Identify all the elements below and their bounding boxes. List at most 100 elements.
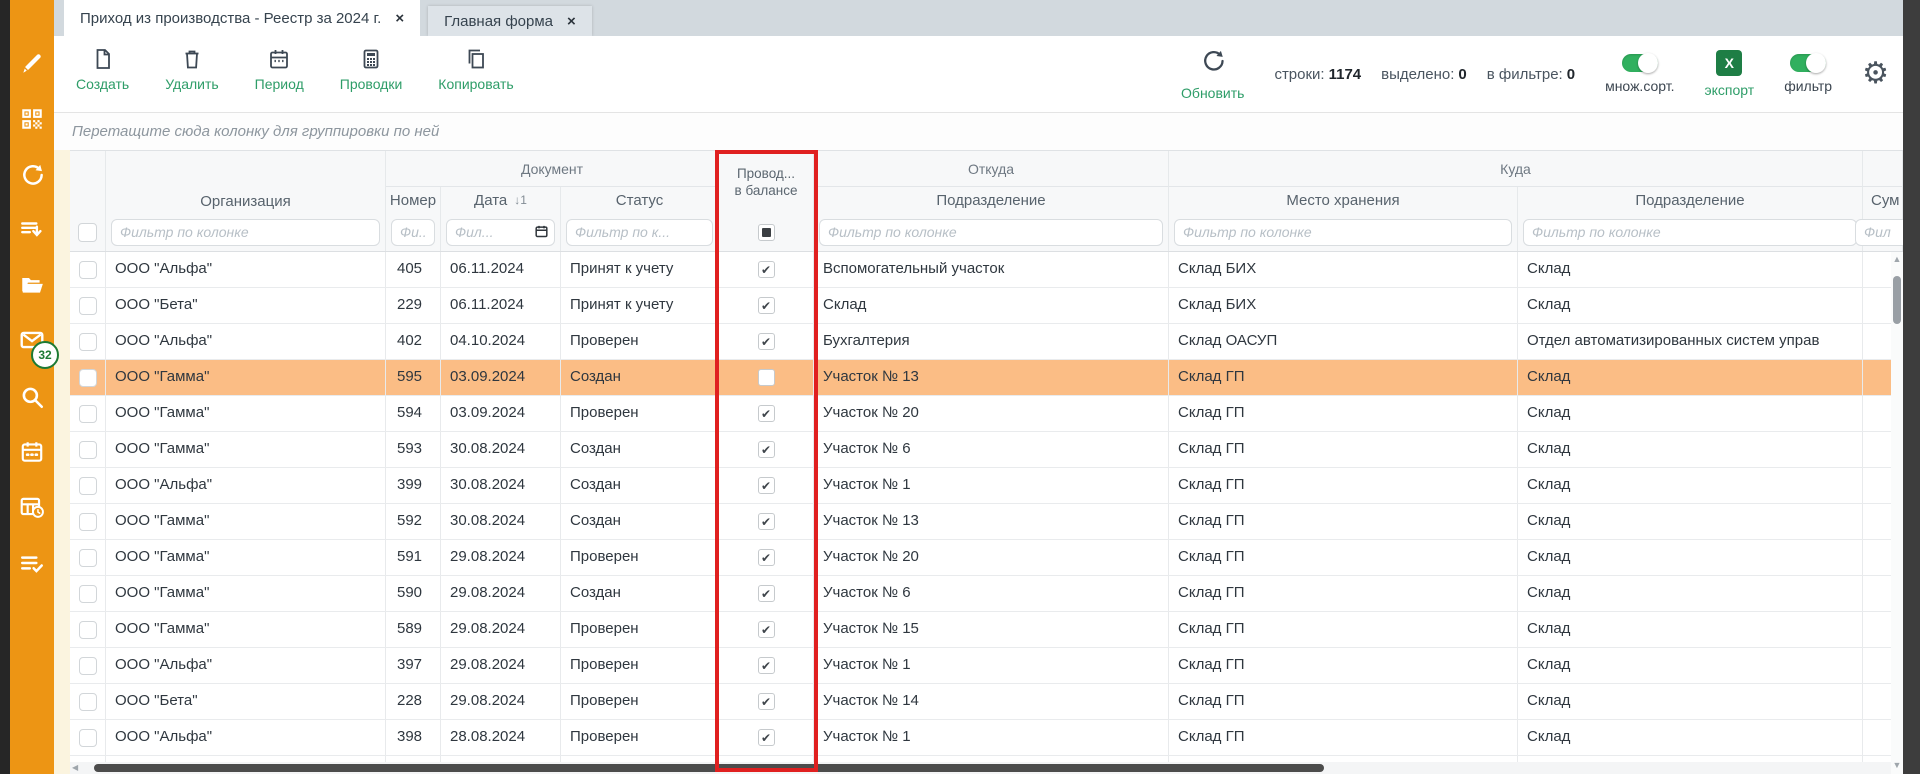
pencil-icon[interactable] [10, 48, 54, 78]
cell-org: ООО "Гамма" [106, 612, 386, 647]
scroll-left-icon[interactable]: ◀ [72, 763, 78, 772]
table-row[interactable]: ООО "Гамма" 589 29.08.2024 Проверен ✔ Уч… [70, 612, 1903, 648]
filter-input-status[interactable] [566, 219, 713, 246]
refresh-button[interactable]: Обновить [1181, 48, 1244, 101]
table-row[interactable]: ООО "Гамма" 595 03.09.2024 Создан Участо… [70, 360, 1903, 396]
horizontal-scrollbar[interactable]: ◀ [70, 762, 1891, 774]
search-icon[interactable] [10, 382, 54, 412]
tab-main-form[interactable]: Главная форма × [428, 6, 592, 36]
filter-input-number[interactable] [391, 219, 435, 246]
row-select-checkbox[interactable] [79, 621, 97, 639]
cell-to-dept: Склад [1518, 720, 1863, 755]
column-header-date[interactable]: Дата ↓1 [441, 187, 561, 213]
close-icon[interactable]: × [395, 10, 404, 27]
row-select-checkbox[interactable] [79, 729, 97, 747]
table-row[interactable]: ООО "Гамма" 590 29.08.2024 Создан ✔ Учас… [70, 576, 1903, 612]
close-icon[interactable]: × [567, 13, 576, 30]
table-row[interactable]: ООО "Бета" 228 29.08.2024 Проверен ✔ Уча… [70, 684, 1903, 720]
balance-checkbox[interactable]: ✔ [758, 261, 775, 278]
balance-checkbox[interactable]: ✔ [758, 657, 775, 674]
create-button[interactable]: Создать [76, 36, 129, 112]
row-select-checkbox[interactable] [79, 261, 97, 279]
toggle-on-icon[interactable] [1622, 54, 1658, 72]
column-header-balance[interactable]: Провод... в балансе [719, 151, 814, 213]
balance-checkbox[interactable]: ✔ [758, 513, 775, 530]
task-list-icon[interactable] [10, 548, 54, 578]
filter-input-to-dept[interactable] [1523, 219, 1857, 246]
table-row[interactable]: ООО "Гамма" 593 30.08.2024 Создан ✔ Учас… [70, 432, 1903, 468]
table-row[interactable]: ООО "Альфа" 399 30.08.2024 Создан ✔ Учас… [70, 468, 1903, 504]
column-header-storage[interactable]: Место хранения [1169, 187, 1518, 213]
qr-grid-icon[interactable] [10, 104, 54, 134]
scroll-down-icon[interactable]: ▼ [1891, 760, 1903, 770]
toggle-on-icon[interactable] [1790, 54, 1826, 72]
select-all-checkbox[interactable] [78, 223, 97, 242]
multisort-toggle[interactable]: множ.сорт. [1605, 54, 1674, 94]
column-header-sum[interactable]: Сум [1863, 187, 1903, 213]
vertical-scrollbar[interactable]: ▲ ▼ [1891, 252, 1903, 774]
row-select-checkbox[interactable] [79, 549, 97, 567]
table-row[interactable]: ООО "Гамма" 594 03.09.2024 Проверен ✔ Уч… [70, 396, 1903, 432]
balance-checkbox[interactable]: ✔ [758, 333, 775, 350]
balance-checkbox[interactable]: ✔ [758, 441, 775, 458]
row-select-checkbox[interactable] [79, 333, 97, 351]
balance-checkbox[interactable]: ✔ [758, 693, 775, 710]
table-row[interactable]: ООО "Альфа" 397 29.08.2024 Проверен ✔ Уч… [70, 648, 1903, 684]
cell-to-dept: Склад [1518, 288, 1863, 323]
row-select-checkbox[interactable] [79, 369, 97, 387]
table-row[interactable]: ООО "Альфа" 402 04.10.2024 Проверен ✔ Бу… [70, 324, 1903, 360]
balance-checkbox[interactable]: ✔ [758, 297, 775, 314]
cell-number: 592 [386, 504, 441, 539]
horizontal-scroll-thumb[interactable] [94, 764, 1324, 772]
column-header-org[interactable]: Организация [106, 151, 386, 213]
balance-filter-checkbox[interactable] [758, 224, 775, 241]
table-row[interactable]: ООО "Бета" 229 06.11.2024 Принят к учету… [70, 288, 1903, 324]
filter-toggle[interactable]: фильтр [1784, 54, 1832, 94]
sync-icon[interactable] [10, 160, 54, 190]
export-button[interactable]: X экспорт [1705, 50, 1755, 98]
folder-icon[interactable] [10, 270, 54, 300]
filter-input-from-dept[interactable] [819, 219, 1163, 246]
row-select-checkbox[interactable] [79, 657, 97, 675]
postings-button[interactable]: Проводки [340, 36, 403, 112]
balance-checkbox[interactable]: ✔ [758, 477, 775, 494]
balance-checkbox[interactable]: ✔ [758, 621, 775, 638]
filter-input-date[interactable] [446, 219, 555, 246]
row-select-checkbox[interactable] [79, 585, 97, 603]
row-select-checkbox[interactable] [79, 441, 97, 459]
row-select-checkbox[interactable] [79, 513, 97, 531]
column-header-from-dept[interactable]: Подразделение [814, 187, 1169, 213]
row-select-checkbox[interactable] [79, 405, 97, 423]
group-by-bar[interactable]: Перетащите сюда колонку для группировки … [54, 112, 1903, 150]
delete-button[interactable]: Удалить [165, 36, 218, 112]
mail-icon[interactable]: 32 [10, 325, 54, 355]
filter-input-org[interactable] [111, 219, 380, 246]
table-row[interactable]: ООО "Альфа" 405 06.11.2024 Принят к учет… [70, 252, 1903, 288]
balance-checkbox[interactable]: ✔ [758, 585, 775, 602]
copy-button[interactable]: Копировать [438, 36, 513, 112]
row-select-checkbox[interactable] [79, 477, 97, 495]
calendar-icon[interactable] [10, 437, 54, 467]
vertical-scroll-thumb[interactable] [1893, 276, 1901, 324]
cell-to-dept: Склад [1518, 468, 1863, 503]
column-header-status[interactable]: Статус [561, 187, 719, 213]
cell-date: 06.11.2024 [441, 252, 561, 287]
period-button[interactable]: Период [255, 36, 304, 112]
balance-checkbox[interactable]: ✔ [758, 549, 775, 566]
table-row[interactable]: ООО "Альфа" 398 28.08.2024 Проверен ✔ Уч… [70, 720, 1903, 756]
import-list-icon[interactable] [10, 215, 54, 245]
balance-checkbox[interactable]: ✔ [758, 729, 775, 746]
balance-checkbox[interactable]: ✔ [758, 405, 775, 422]
report-table-icon[interactable] [10, 492, 54, 522]
tab-registry[interactable]: Приход из производства - Реестр за 2024 … [64, 0, 420, 36]
filter-input-storage[interactable] [1174, 219, 1512, 246]
column-header-to-dept[interactable]: Подразделение [1518, 187, 1863, 213]
balance-checkbox[interactable] [758, 369, 775, 386]
table-row[interactable]: ООО "Гамма" 592 30.08.2024 Создан ✔ Учас… [70, 504, 1903, 540]
scroll-up-icon[interactable]: ▲ [1891, 254, 1903, 264]
gear-icon[interactable]: ⚙ [1862, 59, 1889, 89]
row-select-checkbox[interactable] [79, 693, 97, 711]
table-row[interactable]: ООО "Гамма" 591 29.08.2024 Проверен ✔ Уч… [70, 540, 1903, 576]
column-header-number[interactable]: Номер [386, 187, 441, 213]
row-select-checkbox[interactable] [79, 297, 97, 315]
